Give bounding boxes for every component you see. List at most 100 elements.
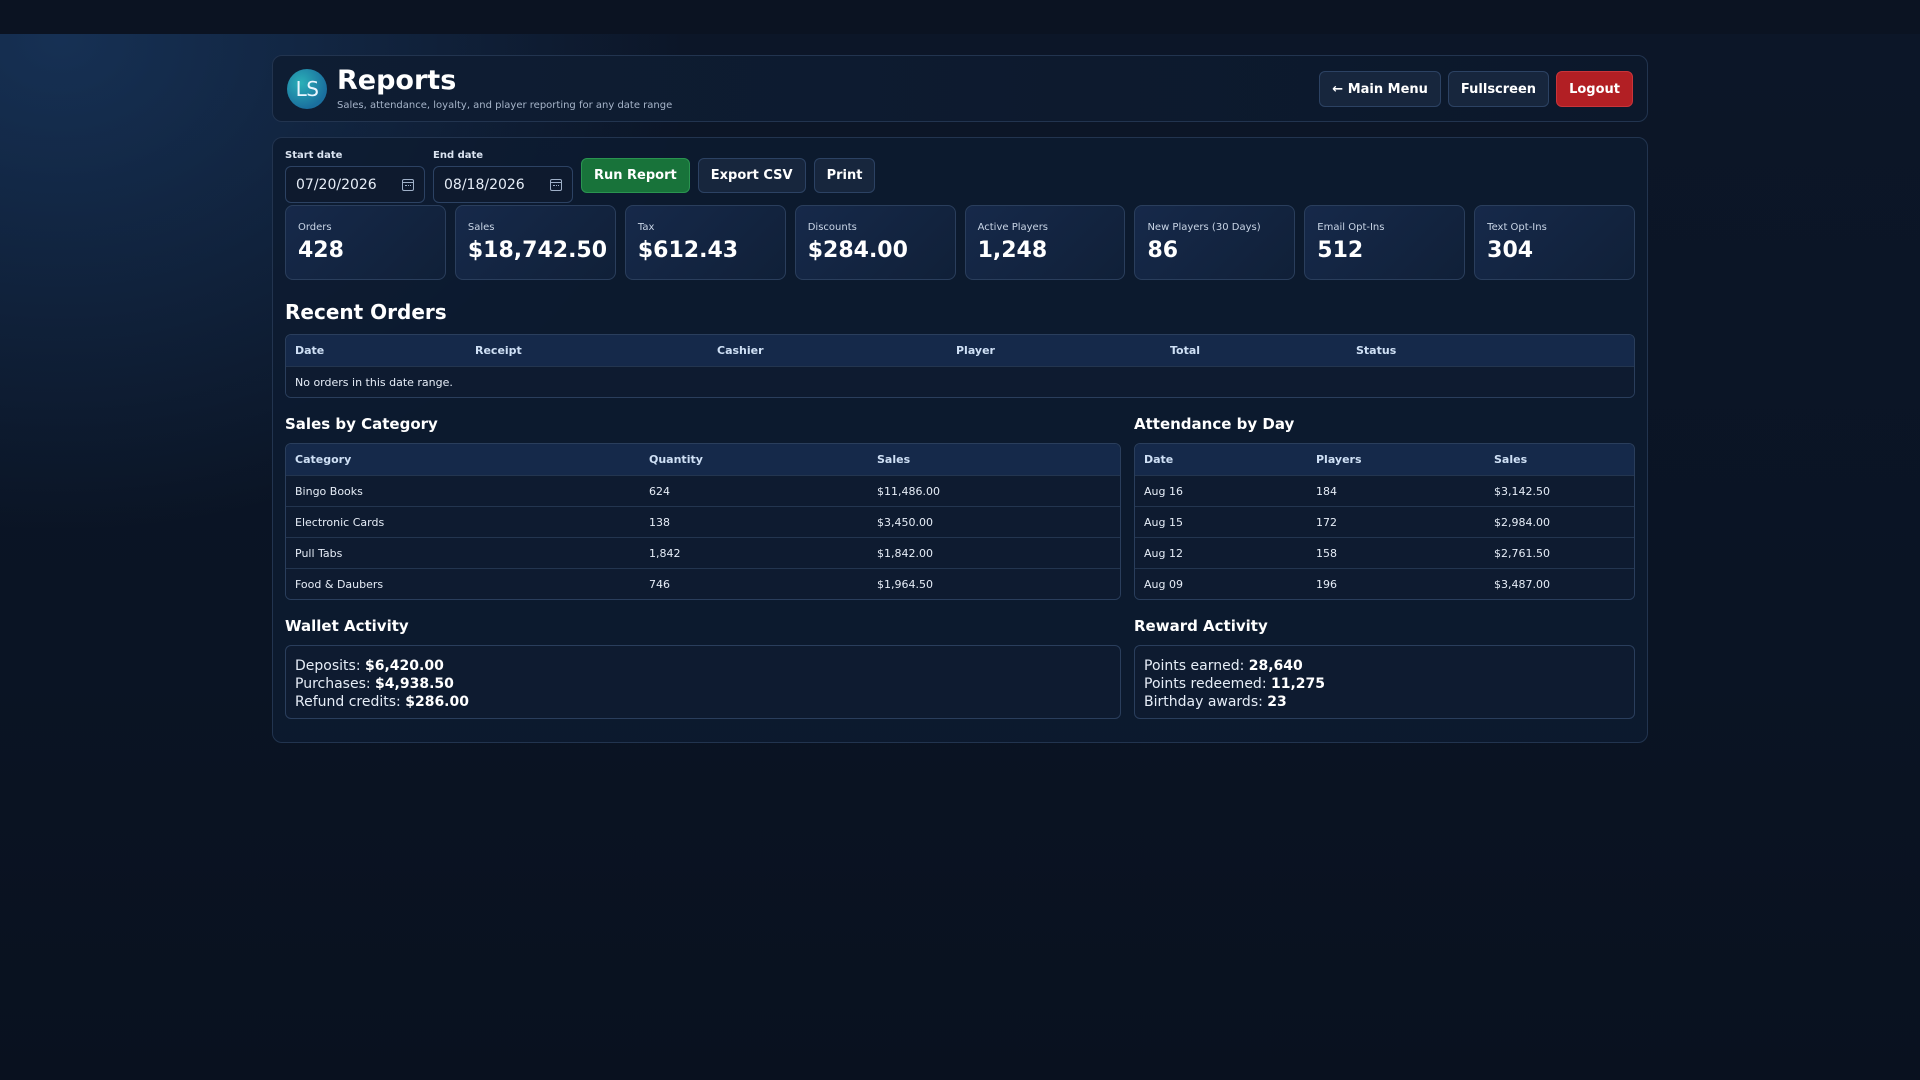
fullscreen-button[interactable]: Fullscreen [1447,71,1550,107]
stat-value: 86 [1147,238,1179,263]
table-row: Pull Tabs 1,842 $1,842.00 [286,537,1120,568]
attendance-by-day-heading: Attendance by Day [1134,415,1295,433]
stat-value: $284.00 [807,238,908,263]
purchases-value: $4,938.50 [375,676,454,692]
stat-card-tax: Tax $612.43 [624,205,786,280]
reward-activity-section: Reward Activity Points earned: 28,640 Po… [1134,600,1635,719]
activity-row: Wallet Activity Deposits: $6,420.00 Purc… [285,600,1635,719]
points-earned-value: 28,640 [1248,658,1303,674]
stat-label: Discounts [807,222,857,233]
logout-button[interactable]: Logout [1556,71,1633,107]
attendance-by-day-table: Date Players Sales Aug 16 184 $3,142.50 … [1134,443,1635,600]
page-subtitle: Sales, attendance, loyalty, and player r… [337,100,673,111]
table-row: Aug 15 172 $2,984.00 [1135,506,1634,537]
table-row: Electronic Cards 138 $3,450.00 [286,506,1120,537]
stat-label: Tax [637,222,655,233]
stat-card-active-players: Active Players 1,248 [964,205,1126,280]
cell: 138 [640,506,868,537]
reward-activity-heading: Reward Activity [1134,617,1268,635]
reward-activity-box: Points earned: 28,640 Points redeemed: 1… [1134,645,1635,719]
category-attendance-row: Sales by Category Category Quantity Sale… [285,398,1635,600]
cell: Pull Tabs [286,537,640,568]
report-controls: Start date 07/20/2026 End date 08/18/202… [285,150,1635,203]
column-header: Players [1307,444,1485,475]
empty-message: No orders in this date range. [286,366,1634,397]
sales-by-category-heading: Sales by Category [285,415,438,433]
page-title: Reports [337,65,457,96]
stat-card-text-opt-ins: Text Opt-Ins 304 [1474,205,1636,280]
cell: 184 [1307,475,1485,506]
refunds-label: Refund credits: [295,694,401,710]
cell: 746 [640,568,868,599]
cell: 172 [1307,506,1485,537]
column-header: Cashier [708,335,947,366]
calendar-icon[interactable] [402,178,414,191]
column-header: Sales [868,444,1120,475]
stat-label: New Players (30 Days) [1147,222,1261,233]
cell: Aug 09 [1135,568,1307,599]
page-header: LS Reports Sales, attendance, loyalty, a… [272,55,1648,122]
column-header: Status [1347,335,1634,366]
column-header: Player [947,335,1161,366]
birthday-awards-label: Birthday awards: [1144,694,1263,710]
start-date-input[interactable]: 07/20/2026 [285,166,425,203]
run-report-button[interactable]: Run Report [581,158,690,193]
column-header: Sales [1485,444,1634,475]
attendance-by-day-section: Attendance by Day Date Players Sales Aug… [1134,398,1635,600]
stat-card-new-players: New Players (30 Days) 86 [1134,205,1296,280]
cell: Aug 15 [1135,506,1307,537]
stat-card-orders: Orders 428 [285,205,446,280]
recent-orders-table: Date Receipt Cashier Player Total Status… [285,334,1635,398]
points-redeemed-label: Points redeemed: [1144,676,1267,692]
end-date-input[interactable]: 08/18/2026 [433,166,573,203]
cell: Electronic Cards [286,506,640,537]
cell: $11,486.00 [868,475,1120,506]
cell: $3,142.50 [1485,475,1634,506]
calendar-icon[interactable] [550,178,562,191]
stat-label: Sales [467,222,495,233]
column-header: Total [1161,335,1347,366]
recent-orders-heading: Recent Orders [285,300,447,324]
column-header: Receipt [466,335,708,366]
end-date-value: 08/18/2026 [444,176,525,193]
cell: $2,761.50 [1485,537,1634,568]
cell: 196 [1307,568,1485,599]
stat-label: Text Opt-Ins [1487,222,1547,233]
stat-cards: Orders 428 Sales $18,742.50 Tax $612.43 … [285,205,1636,280]
logo: LS [287,68,327,109]
cell: $3,487.00 [1485,568,1634,599]
deposits-line: Deposits: $6,420.00 [295,657,1111,675]
table-row: Bingo Books 624 $11,486.00 [286,475,1120,506]
birthday-awards-value: 23 [1267,694,1287,710]
cell: 624 [640,475,868,506]
cell: $1,842.00 [868,537,1120,568]
stat-value: $18,742.50 [467,238,608,263]
sales-by-category-table: Category Quantity Sales Bingo Books 624 … [285,443,1121,600]
table-row: Aug 09 196 $3,487.00 [1135,568,1634,599]
cell: Aug 12 [1135,537,1307,568]
stat-label: Email Opt-Ins [1317,222,1385,233]
export-csv-button[interactable]: Export CSV [697,158,806,193]
reports-app: LS Reports Sales, attendance, loyalty, a… [272,55,1648,743]
purchases-label: Purchases: [295,676,371,692]
stat-label: Orders [298,222,332,233]
table-header-row: Category Quantity Sales [286,444,1120,475]
cell: $3,450.00 [868,506,1120,537]
stat-label: Active Players [977,222,1049,233]
column-header: Date [286,335,466,366]
table-row: Aug 12 158 $2,761.50 [1135,537,1634,568]
stat-value: 512 [1317,238,1364,263]
main-menu-button[interactable]: ← Main Menu [1319,71,1441,107]
end-date-field: End date 08/18/2026 [433,150,573,203]
print-button[interactable]: Print [813,158,876,193]
start-date-value: 07/20/2026 [296,176,377,193]
end-date-label: End date [433,150,484,161]
cell: $1,964.50 [868,568,1120,599]
points-redeemed-line: Points redeemed: 11,275 [1144,675,1625,693]
stat-value: 304 [1487,238,1534,263]
column-header: Quantity [640,444,868,475]
start-date-label: Start date [285,150,343,161]
wallet-activity-section: Wallet Activity Deposits: $6,420.00 Purc… [285,600,1121,719]
stat-value: 428 [298,238,344,263]
birthday-awards-line: Birthday awards: 23 [1144,693,1625,711]
